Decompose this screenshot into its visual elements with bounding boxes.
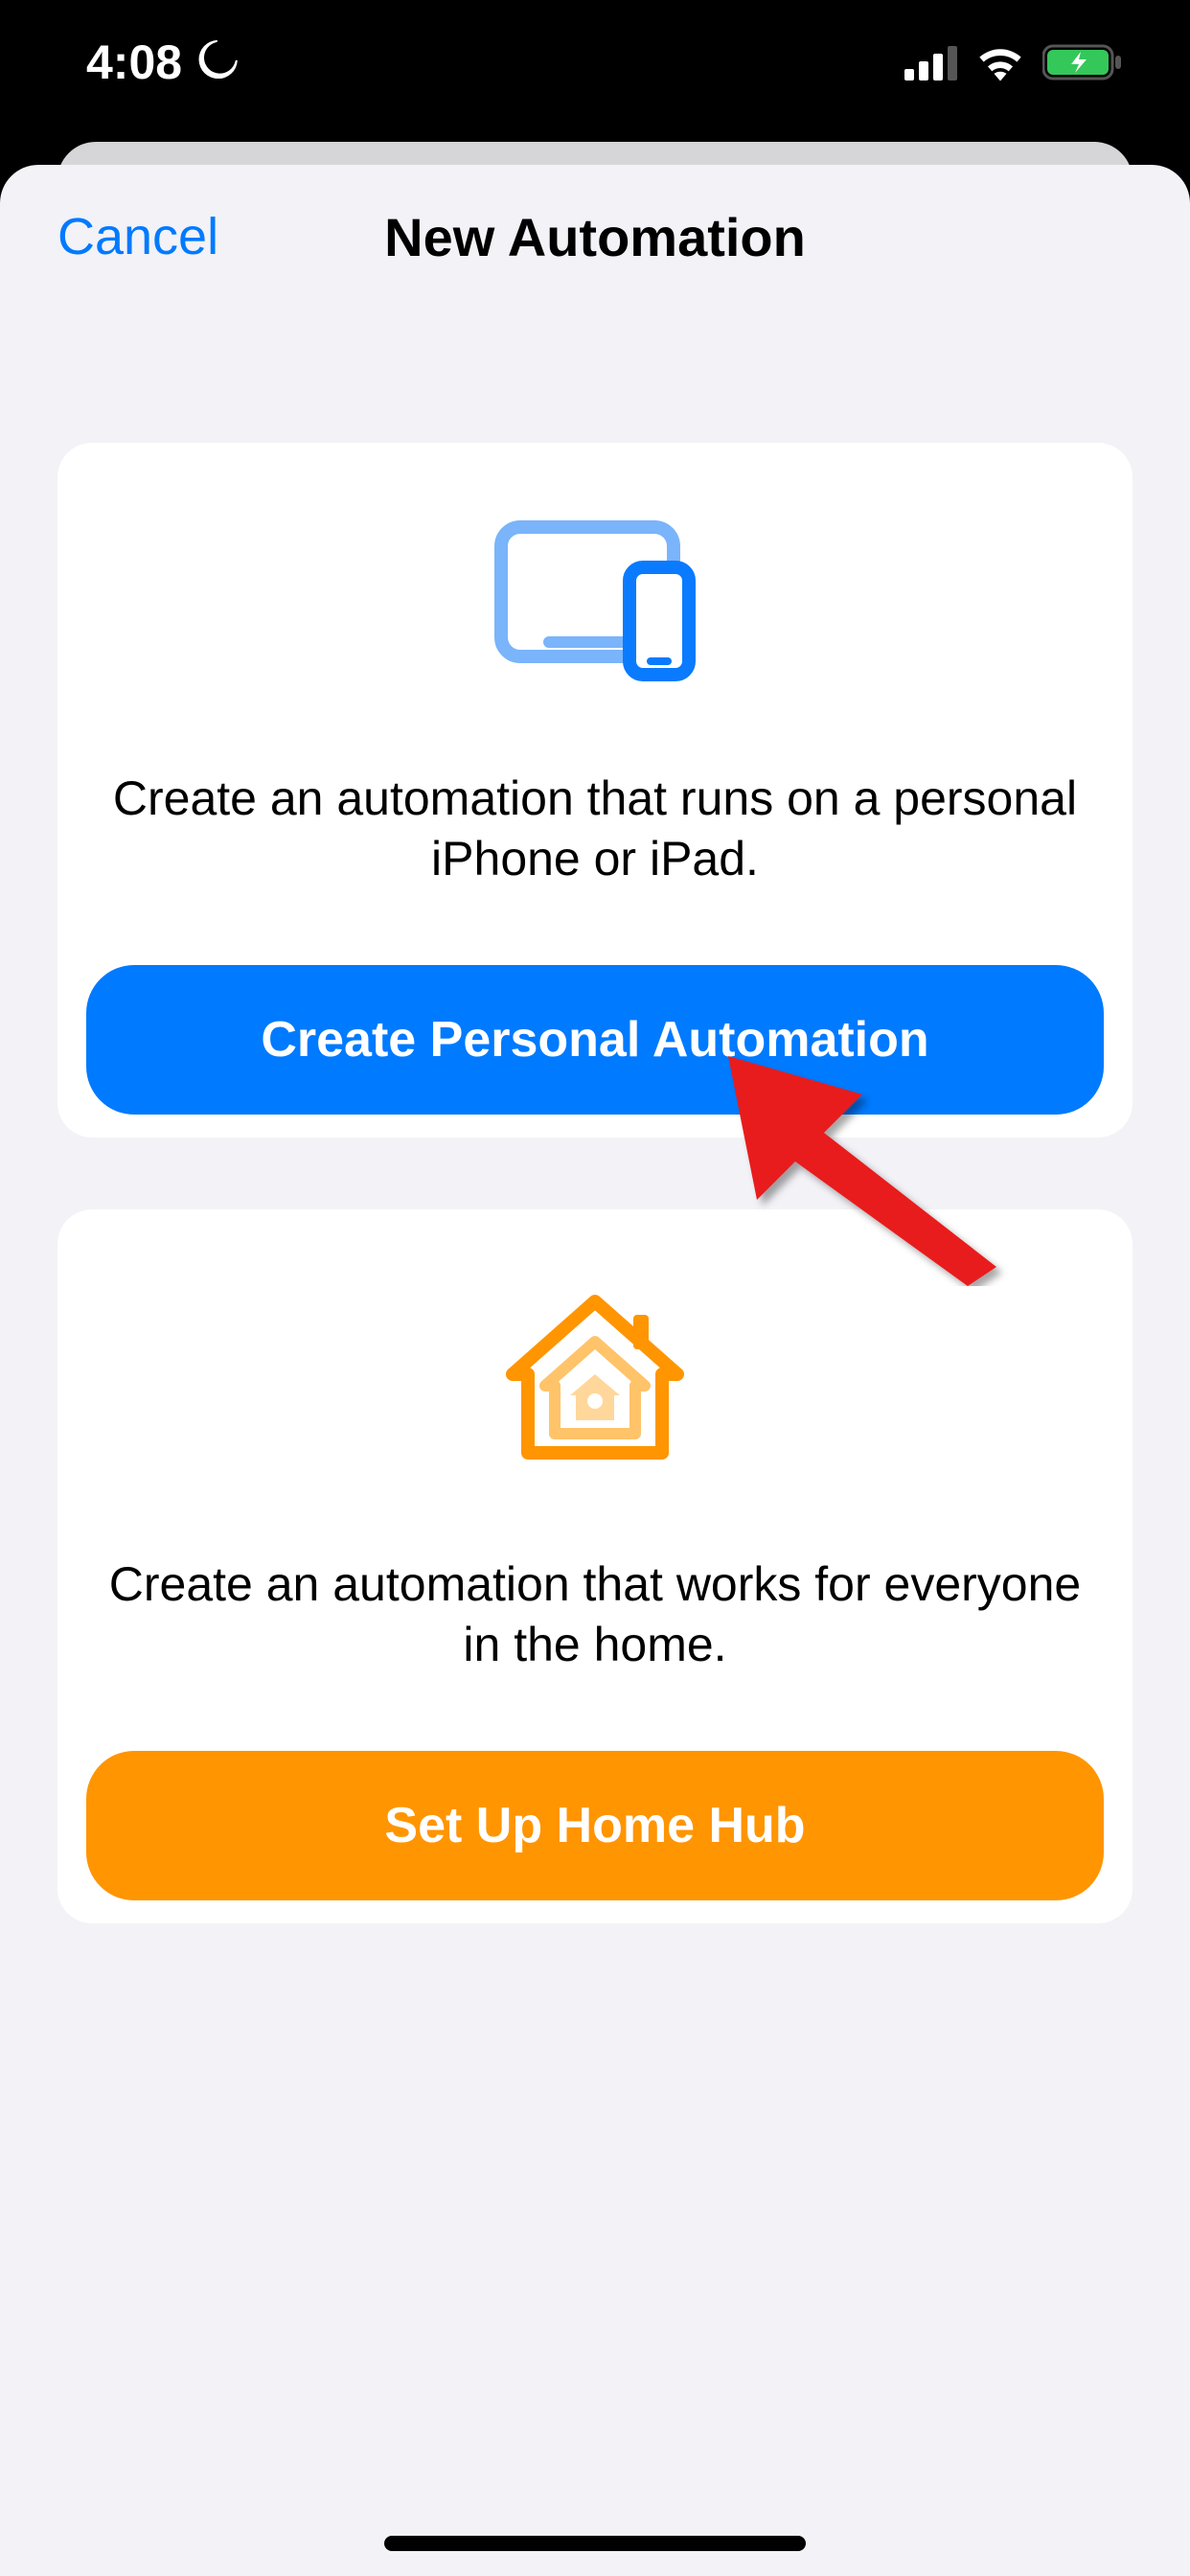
sheet-header: Cancel New Automation <box>0 165 1190 309</box>
create-personal-automation-button[interactable]: Create Personal Automation <box>86 965 1104 1115</box>
wifi-icon <box>975 43 1025 81</box>
home-indicator[interactable] <box>384 2536 806 2551</box>
cancel-button[interactable]: Cancel <box>57 207 218 266</box>
home-automation-card: Create an automation that works for ever… <box>57 1209 1133 1923</box>
set-up-home-hub-button[interactable]: Set Up Home Hub <box>86 1751 1104 1900</box>
personal-devices-icon <box>86 519 1104 682</box>
battery-charging-icon <box>1042 43 1123 81</box>
modal-stack: Cancel New Automation Create an automati… <box>0 142 1190 2576</box>
new-automation-sheet: Cancel New Automation Create an automati… <box>0 165 1190 2576</box>
status-bar: 4:08 <box>0 0 1190 144</box>
personal-automation-description: Create an automation that runs on a pers… <box>86 769 1104 888</box>
home-icon <box>86 1286 1104 1468</box>
personal-automation-card: Create an automation that runs on a pers… <box>57 443 1133 1138</box>
home-automation-description: Create an automation that works for ever… <box>86 1554 1104 1674</box>
cellular-signal-icon <box>904 44 958 80</box>
status-time: 4:08 <box>86 34 182 90</box>
do-not-disturb-icon <box>195 34 238 90</box>
